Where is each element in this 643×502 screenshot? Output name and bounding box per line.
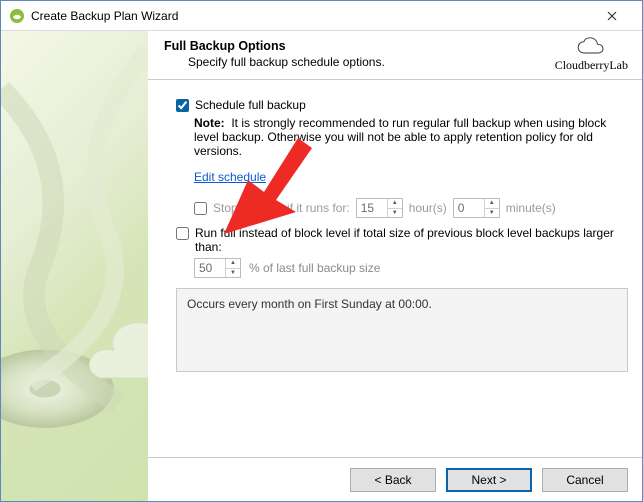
percent-unit: % of last full backup size (249, 261, 380, 275)
cancel-button[interactable]: Cancel (542, 468, 628, 492)
note-label: Note: (194, 116, 225, 130)
cloud-icon (575, 37, 607, 59)
wizard-window: Create Backup Plan Wizard Full B (0, 0, 643, 502)
schedule-full-backup-checkbox[interactable] (176, 99, 189, 112)
minutes-unit: minute(s) (506, 201, 556, 215)
next-button[interactable]: Next > (446, 468, 532, 492)
stop-plan-row: Stop the plan if it runs for: ▲▼ hour(s)… (194, 198, 628, 218)
header: Full Backup Options Specify full backup … (148, 31, 642, 79)
hours-stepper[interactable]: ▲▼ (356, 198, 403, 218)
titlebar: Create Backup Plan Wizard (1, 1, 642, 31)
sidebar-graphic (1, 31, 148, 501)
run-full-checkbox[interactable] (176, 227, 189, 240)
stop-plan-label: Stop the plan if it runs for: (213, 201, 350, 215)
stop-plan-checkbox[interactable] (194, 202, 207, 215)
main-pane: Full Backup Options Specify full backup … (148, 31, 642, 501)
schedule-summary-text: Occurs every month on First Sunday at 00… (187, 297, 432, 311)
brand-label: CloudberryLab (555, 59, 628, 71)
edit-schedule-link[interactable]: Edit schedule (194, 170, 266, 184)
brand: CloudberryLab (555, 37, 628, 71)
hours-input[interactable] (357, 199, 387, 217)
close-icon (607, 11, 617, 21)
app-icon (9, 8, 25, 24)
hours-arrows[interactable]: ▲▼ (387, 199, 402, 217)
separator (148, 79, 642, 80)
schedule-full-backup-label: Schedule full backup (195, 98, 306, 112)
percent-input[interactable] (195, 259, 225, 277)
run-full-row[interactable]: Run full instead of block level if total… (176, 226, 628, 254)
minutes-arrows[interactable]: ▲▼ (484, 199, 499, 217)
note: Note: It is strongly recommended to run … (194, 116, 628, 158)
close-button[interactable] (590, 2, 634, 30)
note-text: It is strongly recommended to run regula… (194, 116, 606, 158)
percent-stepper[interactable]: ▲▼ (194, 258, 241, 278)
content: Schedule full backup Note: It is strongl… (148, 88, 642, 457)
hours-unit: hour(s) (409, 201, 447, 215)
minutes-stepper[interactable]: ▲▼ (453, 198, 500, 218)
minutes-input[interactable] (454, 199, 484, 217)
footer: < Back Next > Cancel (148, 457, 642, 501)
back-button[interactable]: < Back (350, 468, 436, 492)
percent-arrows[interactable]: ▲▼ (225, 259, 240, 277)
window-title: Create Backup Plan Wizard (31, 9, 590, 23)
schedule-full-backup-row[interactable]: Schedule full backup (176, 98, 628, 112)
run-full-label: Run full instead of block level if total… (195, 226, 628, 254)
wizard-body: Full Backup Options Specify full backup … (1, 31, 642, 501)
percent-row: ▲▼ % of last full backup size (194, 258, 628, 278)
schedule-summary: Occurs every month on First Sunday at 00… (176, 288, 628, 372)
